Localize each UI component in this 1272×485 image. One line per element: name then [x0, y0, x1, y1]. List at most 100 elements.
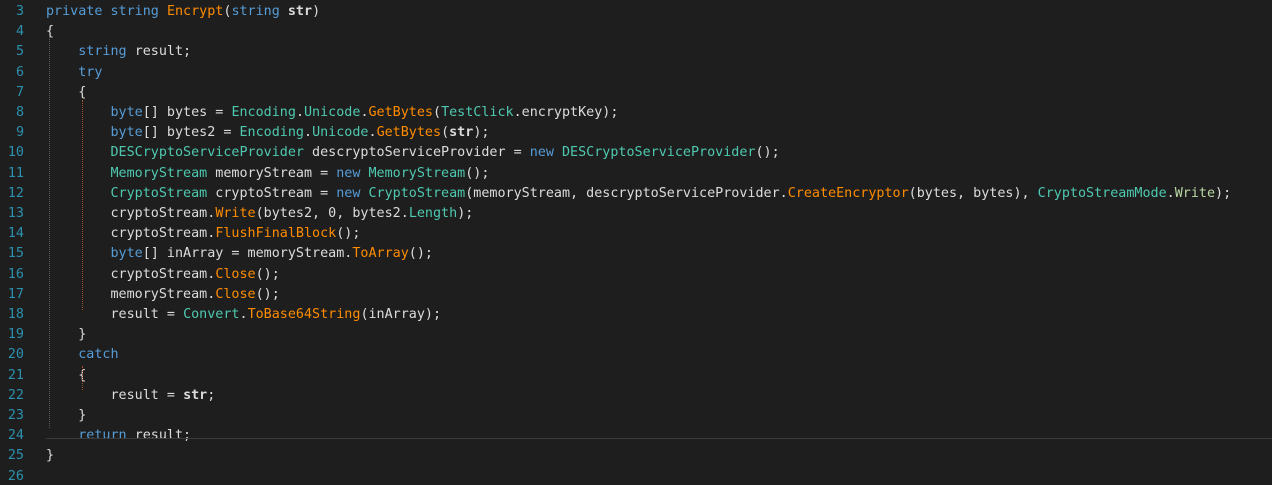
code-token: CryptoStreamMode: [1037, 185, 1167, 201]
code-token: Write: [215, 206, 256, 221]
code-text: {: [46, 85, 86, 101]
code-token: (inArray);: [360, 307, 442, 322]
line-number: 21: [7, 367, 24, 383]
code-text: result = str;: [46, 388, 215, 404]
code-token: {: [46, 24, 55, 40]
line-number: 17: [7, 286, 24, 302]
code-text: CryptoStream cryptoStream = new CryptoSt…: [46, 185, 1232, 202]
code-text: private string Encrypt(string str): [46, 4, 320, 20]
code-token: Write: [1174, 185, 1216, 201]
code-token: descryptoServiceProvider =: [303, 145, 530, 161]
line-number: 11: [7, 165, 24, 181]
indent-guide: [82, 100, 83, 310]
line-number: 19: [7, 327, 24, 343]
code-token: (: [441, 125, 450, 141]
code-token: .: [239, 307, 248, 322]
code-token: );: [1215, 185, 1232, 201]
code-token: Close: [215, 286, 256, 302]
code-token: ();: [465, 165, 490, 181]
line-number: 8: [15, 105, 24, 120]
code-token: new: [336, 165, 369, 181]
code-token: Close: [215, 266, 256, 282]
code-token: (: [433, 105, 442, 120]
code-token: );: [473, 125, 490, 141]
code-token: ();: [336, 226, 361, 242]
code-text: }: [46, 327, 86, 343]
code-token: DESCryptoServiceProvider: [561, 145, 756, 161]
code-token: [] inArray = memoryStream.: [142, 246, 353, 262]
code-token: new: [529, 145, 562, 161]
code-text: }: [46, 408, 86, 424]
code-token: .: [304, 125, 313, 141]
line-number: 24: [7, 428, 24, 444]
line-number: 6: [15, 64, 24, 80]
line-number: 3: [15, 4, 24, 19]
code-token: Length: [408, 206, 458, 221]
code-token: cryptoStream =: [207, 185, 337, 201]
code-token: MemoryStream: [110, 165, 208, 181]
code-token: byte: [110, 125, 143, 141]
line-number: 4: [15, 24, 24, 40]
code-token: ();: [255, 266, 280, 282]
code-token: result =: [46, 387, 184, 403]
code-token: (bytes2, 0, bytes2.: [255, 206, 409, 221]
line-number: 12: [7, 185, 24, 201]
code-text: cryptoStream.FlushFinalBlock();: [46, 226, 360, 242]
code-token: }: [46, 448, 55, 464]
code-token: ;: [207, 387, 216, 403]
code-token: cryptoStream.: [46, 266, 216, 282]
line-number: 18: [7, 307, 24, 322]
code-token: CryptoStream: [110, 185, 208, 201]
code-text: byte[] bytes = Encoding.Unicode.GetBytes…: [46, 105, 619, 121]
code-token: string: [78, 44, 135, 60]
code-token: (bytes, bytes),: [908, 185, 1038, 201]
line-number: 14: [7, 226, 24, 242]
code-token: cryptoStream.: [46, 206, 216, 221]
code-text: result = Convert.ToBase64String(inArray)…: [46, 307, 441, 323]
code-token: cryptoStream.: [46, 226, 216, 242]
code-token: GetBytes: [376, 125, 442, 141]
code-token: MemoryStream: [368, 165, 466, 181]
code-token: result;: [134, 428, 192, 444]
code-token: byte: [110, 105, 143, 120]
line-number: 16: [7, 266, 24, 282]
code-text: {: [46, 368, 86, 384]
code-text: MemoryStream memoryStream = new MemorySt…: [46, 165, 490, 182]
code-text: DESCryptoServiceProvider descryptoServic…: [46, 145, 780, 161]
code-token: ToArray: [352, 246, 409, 262]
method-separator: [46, 438, 1272, 439]
code-token: ();: [755, 145, 780, 161]
line-number: 15: [7, 246, 24, 262]
code-text: return result;: [46, 428, 191, 444]
code-token: GetBytes: [368, 105, 434, 120]
code-token: try: [78, 64, 103, 80]
code-token: Convert: [183, 307, 240, 322]
code-text: {: [46, 24, 54, 40]
code-text: try: [46, 65, 102, 81]
code-token: );: [457, 206, 474, 221]
code-token: .: [360, 105, 369, 120]
code-token: .encryptKey);: [513, 105, 619, 120]
line-number: 23: [7, 408, 24, 423]
code-token: {: [46, 84, 87, 100]
code-token: ToBase64String: [247, 307, 361, 322]
code-token: .: [295, 105, 304, 120]
code-text: byte[] inArray = memoryStream.ToArray();: [46, 246, 433, 262]
line-number: 9: [15, 125, 24, 141]
code-token: Encoding: [239, 125, 305, 141]
code-text: cryptoStream.Write(bytes2, 0, bytes2.Len…: [46, 206, 473, 222]
code-token: new: [336, 185, 369, 201]
code-token: memoryStream =: [207, 165, 337, 181]
code-token: result =: [46, 307, 184, 322]
line-number: 25: [7, 448, 24, 464]
code-token: .: [1166, 185, 1175, 201]
code-text: catch: [46, 347, 118, 363]
code-editor[interactable]: 3 private string Encrypt(string str) 4{5 s…: [0, 0, 1272, 484]
code-token: private string: [46, 4, 167, 19]
